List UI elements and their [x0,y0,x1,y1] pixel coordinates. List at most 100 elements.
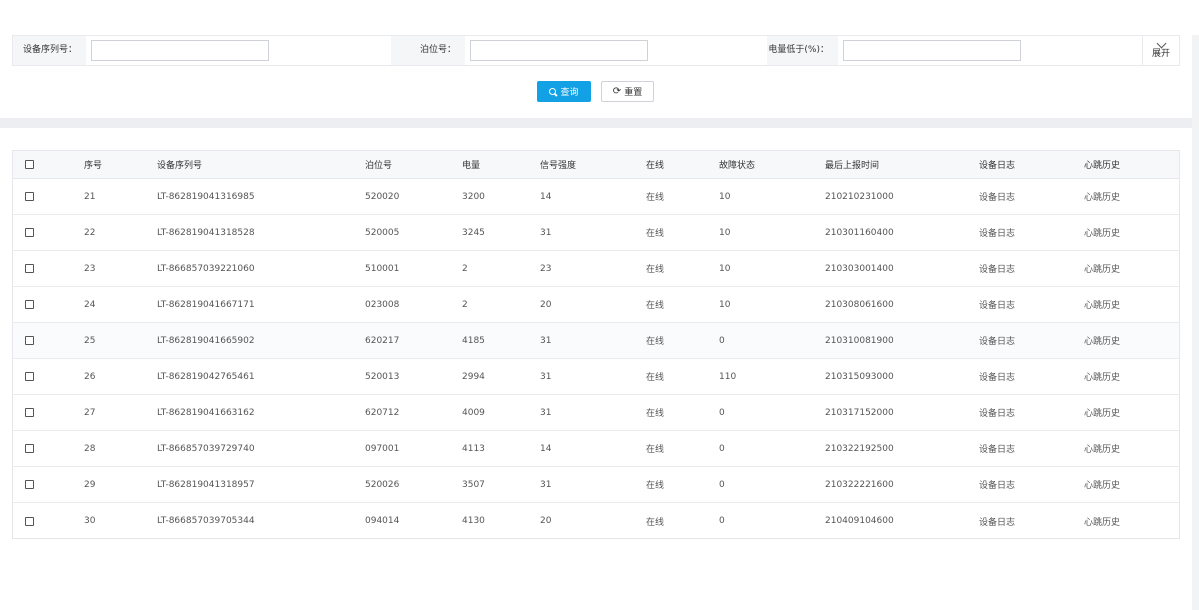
cell-last-report: 210303001400 [825,263,894,274]
scrollbar-track[interactable] [1192,35,1199,610]
table-row[interactable]: 22 LT-862819041318528 520005 3245 31 在线 10 2103… [13,215,1179,251]
cell-device-log-link[interactable]: 设备日志 [979,179,1015,214]
row-select-cell [25,215,34,250]
row-checkbox[interactable] [25,408,34,417]
row-checkbox[interactable] [25,336,34,345]
table-row[interactable]: 25 LT-862819041665902 620217 4185 31 在线 0 21031… [13,323,1179,359]
cell-last-report: 210310081900 [825,335,894,346]
cell-battery: 4185 [462,335,485,346]
row-checkbox[interactable] [25,192,34,201]
table-row[interactable]: 26 LT-862819042765461 520013 2994 31 在线 110 210… [13,359,1179,395]
serial-input[interactable] [91,40,269,61]
cell-index: 22 [84,227,96,238]
table-row[interactable]: 28 LT-866857039729740 097001 4113 14 在线 0 21032… [13,431,1179,467]
query-label: 查询 [560,88,579,98]
cell-battery: 2994 [462,371,485,382]
cell-online: 在线 [646,409,665,419]
table-row[interactable]: 24 LT-862819041667171 023008 2 20 在线 10 2103080… [13,287,1179,323]
battery-input-wrap [838,36,1138,65]
row-checkbox[interactable] [25,480,34,489]
cell-heartbeat-link[interactable]: 心跳历史 [1084,287,1120,322]
device-table: 序号 设备序列号 泊位号 电量 信号强度 在线 故障状态 最后上报时间 设备日志… [12,150,1180,539]
cell-device-log-link[interactable]: 设备日志 [979,359,1015,394]
select-all-checkbox[interactable] [25,160,34,169]
cell-heartbeat-link[interactable]: 心跳历史 [1084,467,1120,502]
cell-berth: 094014 [365,516,400,526]
cell-signal: 31 [540,227,552,238]
battery-input[interactable] [843,40,1021,61]
cell-serial: LT-862819041318957 [157,479,255,490]
cell-fault: 0 [719,516,725,526]
cell-index: 25 [84,335,96,346]
cell-last-report: 210317152000 [825,407,894,418]
cell-heartbeat-link[interactable]: 心跳历史 [1084,395,1120,430]
cell-online: 在线 [646,373,665,383]
cell-device-log-link[interactable]: 设备日志 [979,395,1015,430]
cell-signal: 23 [540,263,552,274]
cell-serial: LT-866857039729740 [157,443,255,454]
cell-device-log-link[interactable]: 设备日志 [979,215,1015,250]
cell-serial: LT-862819042765461 [157,371,255,382]
chevron-down-icon [1156,38,1166,48]
header-fault: 故障状态 [719,161,756,171]
cell-heartbeat-link[interactable]: 心跳历史 [1084,215,1120,250]
row-checkbox[interactable] [25,444,34,453]
row-checkbox[interactable] [25,516,34,526]
cell-heartbeat-link[interactable]: 心跳历史 [1084,251,1120,286]
row-checkbox[interactable] [25,300,34,309]
cell-signal: 31 [540,479,552,490]
table-row[interactable]: 21 LT-862819041316985 520020 3200 14 在线 10 2102… [13,179,1179,215]
row-checkbox[interactable] [25,372,34,381]
cell-battery: 2 [462,263,468,274]
cell-berth: 097001 [365,443,400,454]
cell-device-log-link[interactable]: 设备日志 [979,287,1015,322]
cell-serial: LT-862819041667171 [157,299,255,310]
cell-index: 27 [84,407,96,418]
expand-button[interactable]: 展开 [1142,36,1179,65]
row-select-cell [25,251,34,286]
table-row[interactable]: 30 LT-866857039705344 094014 4130 20 在线 0 21040… [13,503,1179,539]
cell-heartbeat-link[interactable]: 心跳历史 [1084,431,1120,466]
cell-fault: 0 [719,443,725,454]
cell-last-report: 210315093000 [825,371,894,382]
cell-device-log-link[interactable]: 设备日志 [979,503,1015,539]
cell-device-log-link[interactable]: 设备日志 [979,467,1015,502]
cell-fault: 10 [719,191,731,202]
cell-last-report: 210322192500 [825,443,894,454]
cell-fault: 0 [719,479,725,490]
cell-berth: 520013 [365,371,400,382]
cell-device-log-link[interactable]: 设备日志 [979,431,1015,466]
filter-bar: 设备序列号： 泊位号： 电量低于(%)： 展开 [12,35,1180,66]
cell-signal: 31 [540,371,552,382]
row-checkbox[interactable] [25,264,34,273]
search-icon [549,87,557,96]
table-row[interactable]: 23 LT-866857039221060 510001 2 23 在线 10 2103030… [13,251,1179,287]
row-select-cell [25,323,34,358]
cell-last-report: 210322221600 [825,479,894,490]
cell-berth: 620217 [365,335,400,346]
cell-battery: 4113 [462,443,485,454]
serial-input-wrap [86,36,391,65]
cell-device-log-link[interactable]: 设备日志 [979,251,1015,286]
cell-device-log-link[interactable]: 设备日志 [979,323,1015,358]
cell-serial: LT-862819041318528 [157,227,255,238]
cell-last-report: 210409104600 [825,516,894,526]
cell-heartbeat-link[interactable]: 心跳历史 [1084,323,1120,358]
reset-button[interactable]: ⟳ 重置 [601,81,654,102]
table-row[interactable]: 29 LT-862819041318957 520026 3507 31 在线 0 21032… [13,467,1179,503]
cell-heartbeat-link[interactable]: 心跳历史 [1084,179,1120,214]
cell-heartbeat-link[interactable]: 心跳历史 [1084,359,1120,394]
cell-battery: 3245 [462,227,485,238]
table-row[interactable]: 27 LT-862819041663162 620712 4009 31 在线 0 21031… [13,395,1179,431]
cell-heartbeat-link[interactable]: 心跳历史 [1084,503,1120,539]
cell-index: 21 [84,191,96,202]
cell-index: 24 [84,299,96,310]
query-button[interactable]: 查询 [537,81,591,102]
battery-label: 电量低于(%)： [767,36,838,65]
cell-index: 23 [84,263,96,274]
berth-input[interactable] [470,40,648,61]
cell-online: 在线 [646,193,665,203]
cell-fault: 10 [719,263,731,274]
row-select-cell [25,179,34,214]
row-checkbox[interactable] [25,228,34,237]
